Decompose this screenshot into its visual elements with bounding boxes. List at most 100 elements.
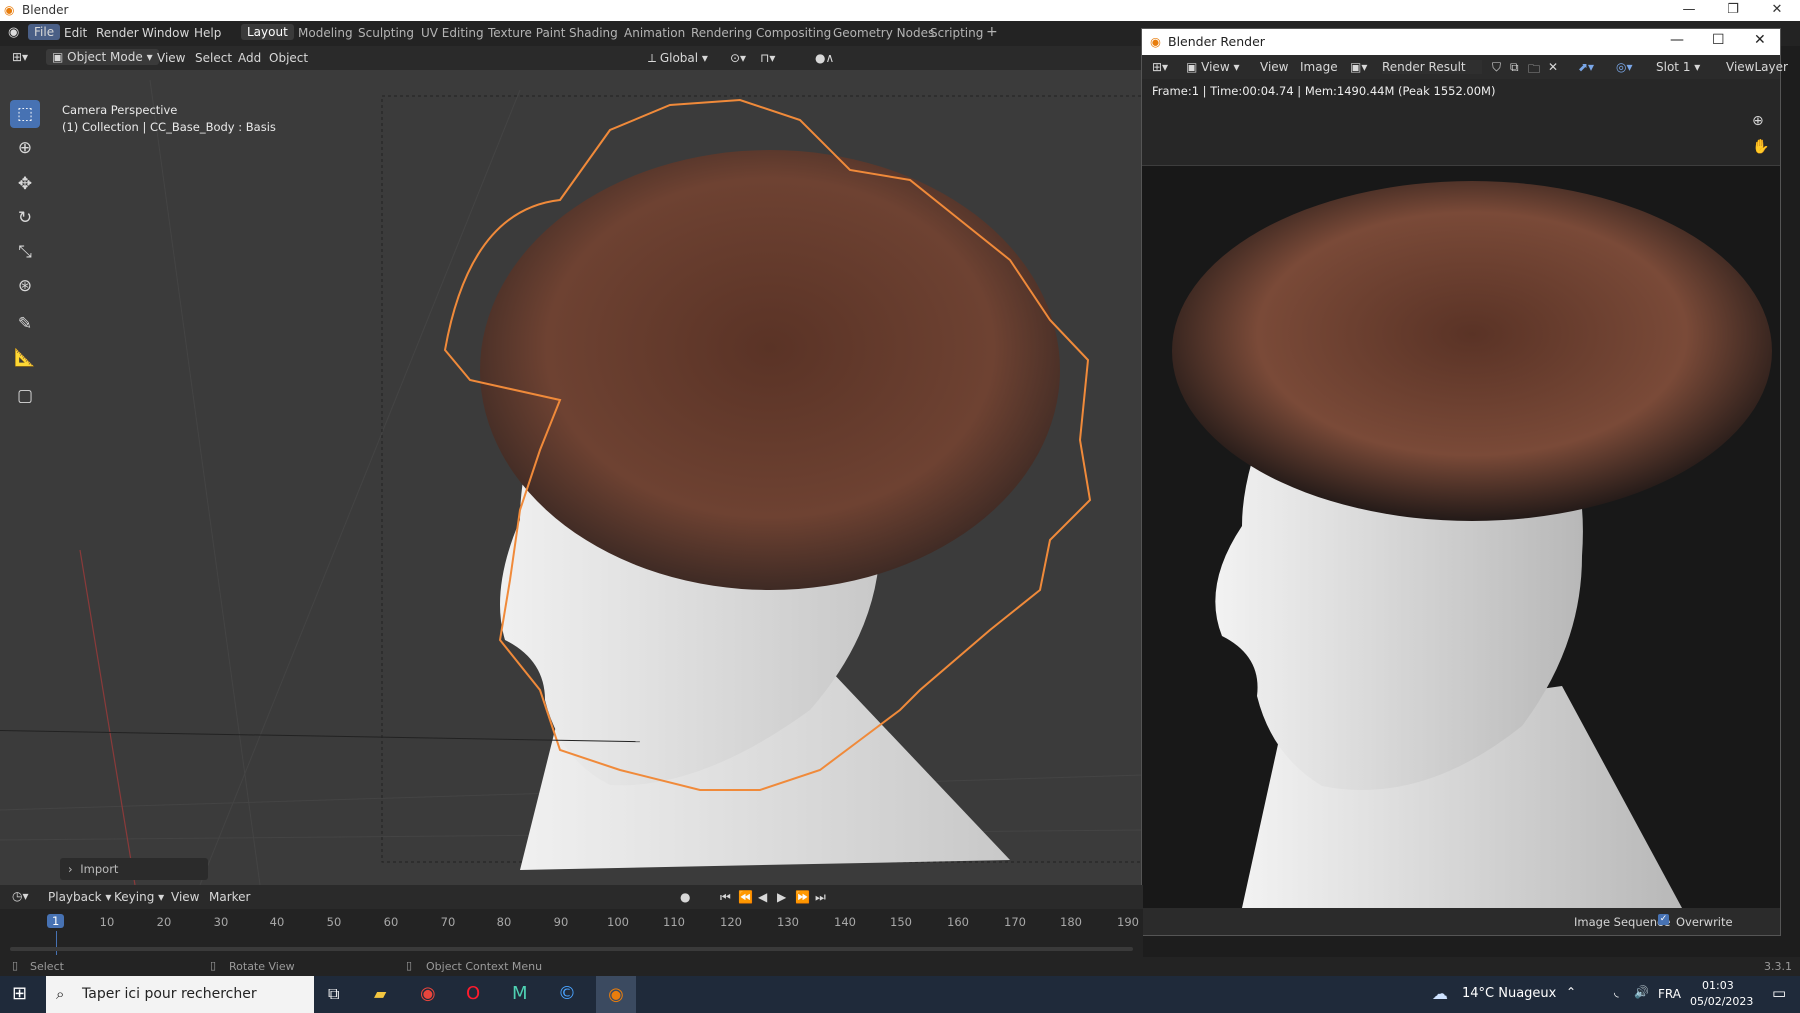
menu-window[interactable]: Window <box>142 26 189 40</box>
tab-compositing[interactable]: Compositing <box>756 26 831 40</box>
scale-tool[interactable]: ⤡ <box>10 238 40 266</box>
unlink-icon[interactable]: ✕ <box>1548 60 1558 74</box>
transform-tool[interactable]: ⊛ <box>10 272 40 300</box>
window-title: Blender <box>22 3 69 17</box>
blender-logo-icon: ◉ <box>1150 34 1161 49</box>
tray-chevron-icon[interactable]: ⌃ <box>1566 985 1576 999</box>
render-maximize-button[interactable]: ☐ <box>1712 32 1725 48</box>
tab-shading[interactable]: Shading <box>569 26 618 40</box>
last-operator-panel[interactable]: › Import <box>60 858 208 880</box>
record-icon[interactable]: ● <box>680 890 690 904</box>
timeline-scrollbar[interactable] <box>10 947 1133 951</box>
minimize-button[interactable]: — <box>1666 0 1712 21</box>
chrome-icon[interactable]: ◉ <box>420 983 436 1004</box>
task-view-icon[interactable]: ⧉ <box>328 984 339 1004</box>
overwrite-checkbox[interactable]: ✓ <box>1658 914 1669 925</box>
tab-modeling[interactable]: Modeling <box>298 26 353 40</box>
maps-app-icon[interactable]: M <box>512 983 528 1004</box>
overlay-icon[interactable]: ◎▾ <box>1616 60 1633 74</box>
select-box-tool[interactable]: ⬚ <box>10 100 40 128</box>
tab-rendering[interactable]: Rendering <box>691 26 752 40</box>
editor-type-icon[interactable]: ⊞▾ <box>12 50 28 64</box>
menu-image[interactable]: Image <box>1300 60 1338 74</box>
playback-dropdown[interactable]: Playback ▾ <box>48 890 111 904</box>
status-select: Select <box>30 960 64 973</box>
mode-dropdown[interactable]: ▣ Object Mode ▾ <box>46 49 159 65</box>
maximize-button[interactable]: ❐ <box>1710 0 1756 21</box>
frame-tick: 20 <box>156 915 172 929</box>
play-icon[interactable]: ▶ <box>777 890 786 904</box>
language-label[interactable]: FRA <box>1658 987 1681 1001</box>
prev-keyframe-icon[interactable]: ⏪ <box>738 890 753 904</box>
status-bar: ▯ Select ▯ Rotate View ▯ Object Context … <box>0 957 1800 976</box>
tab-uv-editing[interactable]: UV Editing <box>421 26 484 40</box>
tab-sculpting[interactable]: Sculpting <box>358 26 414 40</box>
gizmo-icon[interactable]: ⬈▾ <box>1578 60 1594 74</box>
opera-icon[interactable]: O <box>466 983 480 1004</box>
clock-time[interactable]: 01:03 <box>1702 979 1734 992</box>
keying-dropdown[interactable]: Keying ▾ <box>114 890 164 904</box>
blender-menu-icon[interactable]: ◉ <box>8 25 19 40</box>
slot-dropdown[interactable]: Slot 1 ▾ <box>1656 60 1700 74</box>
tab-geometry-nodes[interactable]: Geometry Nodes <box>833 26 934 40</box>
app-c-icon[interactable]: © <box>558 983 576 1004</box>
cursor-tool[interactable]: ⊕ <box>10 134 40 162</box>
proportional-edit-icon[interactable]: ●∧ <box>815 51 834 65</box>
orientation-dropdown[interactable]: ⟂ Global ▾ <box>648 51 708 66</box>
view-layer-field[interactable]: ViewLayer <box>1726 60 1788 74</box>
play-reverse-icon[interactable]: ◀ <box>758 890 767 904</box>
jump-end-icon[interactable]: ⏭ <box>815 890 826 905</box>
new-image-icon[interactable]: ⧉ <box>1510 60 1519 75</box>
menu-view[interactable]: View <box>171 890 199 904</box>
tab-animation[interactable]: Animation <box>624 26 685 40</box>
file-explorer-icon[interactable]: ▰ <box>374 984 386 1003</box>
render-result-field[interactable]: Render Result <box>1382 60 1482 74</box>
close-button[interactable]: ✕ <box>1754 0 1800 21</box>
image-sequence-label: Image Sequence <box>1574 915 1671 929</box>
measure-tool[interactable]: 📐 <box>10 344 40 372</box>
blender-taskbar-icon[interactable]: ◉ <box>596 976 636 1013</box>
tab-scripting[interactable]: Scripting <box>930 26 983 40</box>
menu-object[interactable]: Object <box>269 51 308 65</box>
add-cube-tool[interactable]: ▢ <box>10 382 40 410</box>
move-tool[interactable]: ✥ <box>10 170 40 198</box>
fake-user-icon[interactable]: ⛉ <box>1492 60 1501 75</box>
network-icon[interactable]: ◟ <box>1614 985 1619 999</box>
zoom-icon[interactable]: ⊕ <box>1752 113 1764 129</box>
menu-file[interactable]: File <box>28 24 61 40</box>
menu-view[interactable]: View <box>1260 60 1288 74</box>
menu-view[interactable]: View <box>157 51 185 65</box>
menu-marker[interactable]: Marker <box>209 890 250 904</box>
jump-start-icon[interactable]: ⏮ <box>720 890 731 905</box>
image-browse-icon[interactable]: ▣▾ <box>1350 60 1367 74</box>
windows-start-icon[interactable]: ⊞ <box>12 983 27 1004</box>
volume-icon[interactable]: 🔊 <box>1634 985 1649 999</box>
view-mode-dropdown[interactable]: ▣ View ▾ <box>1186 60 1239 74</box>
menu-help[interactable]: Help <box>194 26 221 40</box>
render-minimize-button[interactable]: — <box>1670 32 1684 48</box>
tab-texture-paint[interactable]: Texture Paint <box>488 26 565 40</box>
frame-tick: 180 <box>1060 915 1082 929</box>
snap-icon[interactable]: ⊓▾ <box>760 51 775 65</box>
timeline-area[interactable]: 1 10 20 30 40 50 60 70 80 90 100 110 120… <box>0 909 1143 957</box>
clock-date[interactable]: 05/02/2023 <box>1690 995 1753 1008</box>
3d-viewport[interactable] <box>0 70 1143 885</box>
editor-type-icon[interactable]: ⊞▾ <box>1152 60 1168 74</box>
annotate-tool[interactable]: ✎ <box>10 310 40 338</box>
tab-layout[interactable]: Layout <box>241 24 294 40</box>
menu-add[interactable]: Add <box>238 51 261 65</box>
next-keyframe-icon[interactable]: ⏩ <box>795 890 810 904</box>
pivot-icon[interactable]: ⊙▾ <box>730 51 746 65</box>
render-close-button[interactable]: ✕ <box>1754 32 1766 48</box>
pan-hand-icon[interactable]: ✋ <box>1752 139 1769 155</box>
notification-icon[interactable]: ▭ <box>1772 984 1786 1002</box>
rotate-tool[interactable]: ↻ <box>10 204 40 232</box>
menu-edit[interactable]: Edit <box>64 26 87 40</box>
menu-render[interactable]: Render <box>96 26 139 40</box>
weather-label[interactable]: 14°C Nuageux <box>1462 986 1556 1001</box>
open-image-icon[interactable]: 🗀 <box>1528 60 1540 81</box>
clock-icon[interactable]: ◷▾ <box>12 889 29 903</box>
menu-select[interactable]: Select <box>195 51 232 65</box>
taskbar-search[interactable]: ⌕ Taper ici pour rechercher <box>46 976 314 1013</box>
add-workspace-button[interactable]: + <box>986 24 998 40</box>
